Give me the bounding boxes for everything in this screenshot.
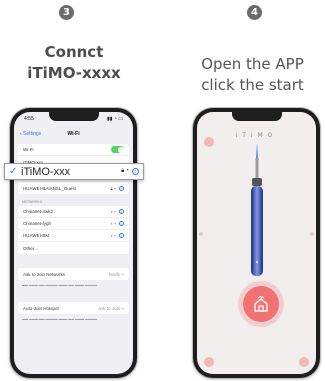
phone-wifi-settings: 4:55 ▮▮ ◔ ▭ ‹ Settings Wi-Fi Wi-Fi iTiMO…	[10, 108, 137, 378]
nav-bar: ‹ Settings Wi-Fi	[14, 128, 133, 140]
networks-group: Chinanet-4wk2 ▪◔ i Chinanet-fygh ▪◔ i HU…	[18, 206, 129, 254]
wifi-toggle[interactable]	[111, 146, 124, 153]
signal-battery-icon: ▮▮ ◔ ▭	[106, 116, 123, 122]
left-arrow-icon[interactable]	[199, 232, 203, 236]
step-3-badge: 3	[59, 5, 74, 20]
phone-notch	[48, 112, 99, 121]
network-name: Other...	[23, 245, 38, 251]
auto-join-group: Auto-Join Hotspot Ask to Join >	[18, 302, 129, 314]
lock-wifi-icon: ▪◔	[111, 209, 117, 214]
phone-app: iTiMO	[193, 108, 320, 378]
ask-to-join-description: ▬▬ ▬▬▬ ▬▬ ▬▬▬▬ ▬▬▬ ▬▬ ▬▬▬ ▬▬▬▬	[22, 283, 97, 287]
auto-join-value: Ask to Join >	[98, 305, 124, 311]
checkmark-icon: ✓	[9, 166, 18, 177]
ask-to-join-row[interactable]: Ask to Join Networks Notify >	[18, 268, 129, 280]
app-brand: iTiMO	[235, 132, 278, 139]
step-3-caption: Connct iTiMO-xxxx	[0, 42, 148, 84]
network-row[interactable]: Chinanet-fygh ▪◔ i	[18, 218, 129, 230]
network-name: Chinanet-fygh	[23, 221, 52, 226]
network-row[interactable]: HUAWEI-BAIANSL_Guest 🔒︎◔ i	[18, 182, 129, 194]
network-row[interactable]: HUAWEI-BM ▪◔ i	[18, 230, 129, 242]
status-time: 4:55	[24, 116, 34, 122]
step-3-caption-line-1: Connct	[44, 43, 104, 61]
app-screen: iTiMO	[197, 112, 316, 374]
network-row-other[interactable]: Other...	[18, 242, 129, 254]
lock-wifi-icon: 🔒︎◔	[121, 168, 130, 174]
lock-wifi-icon: ▪◔	[111, 233, 117, 238]
my-networks-group: HUAWEI-BAIANSL_Guest 🔒︎◔ i	[18, 182, 129, 194]
network-name: HUAWEI-BAIANSL_Guest	[23, 185, 76, 191]
bottom-right-icon[interactable]	[299, 357, 309, 367]
info-icon[interactable]: i	[132, 168, 139, 175]
info-icon[interactable]: i	[119, 185, 124, 191]
info-icon[interactable]: i	[119, 209, 124, 214]
nav-title: Wi-Fi	[67, 131, 80, 137]
right-arrow-icon[interactable]	[310, 232, 314, 236]
info-icon[interactable]: i	[119, 221, 124, 226]
step-4-caption-line-2: click the start	[201, 76, 304, 94]
phone-notch	[231, 112, 282, 121]
step-4-badge: 4	[247, 5, 262, 20]
network-name: HUAWEI-BM	[23, 233, 50, 238]
auto-join-description: ▬▬ ▬▬▬ ▬▬ ▬▬▬▬ ▬▬▬ ▬▬ ▬▬▬ ▬▬▬▬	[22, 317, 97, 321]
home-wifi-icon	[254, 296, 268, 312]
auto-join-row[interactable]: Auto-Join Hotspot Ask to Join >	[18, 302, 129, 314]
ask-to-join-group: Ask to Join Networks Notify >	[18, 268, 129, 280]
step-4-caption-line-1: Open the APP	[201, 55, 304, 73]
ear-cleaner-device-illustration	[251, 144, 263, 276]
ask-to-join-label: Ask to Join Networks	[23, 271, 66, 277]
bottom-left-icon[interactable]	[204, 357, 214, 367]
networks-header: NETWORKS	[22, 200, 43, 204]
ask-to-join-value: Notify >	[108, 271, 124, 277]
auto-join-label: Auto-Join Hotspot	[23, 305, 59, 311]
wifi-settings-screen: 4:55 ▮▮ ◔ ▭ ‹ Settings Wi-Fi Wi-Fi iTiMO…	[14, 112, 133, 374]
lock-wifi-icon: ▪◔	[111, 221, 117, 226]
wifi-toggle-row: Wi-Fi	[18, 144, 129, 156]
network-row[interactable]: Chinanet-4wk2 ▪◔ i	[18, 206, 129, 218]
step-4-caption: Open the APP click the start	[180, 54, 325, 96]
network-name: Chinanet-4wk2	[23, 209, 54, 214]
lock-wifi-icon: 🔒︎◔	[110, 185, 117, 191]
info-icon[interactable]: i	[119, 233, 124, 238]
wifi-row-label: Wi-Fi	[23, 147, 34, 152]
start-button[interactable]	[243, 286, 279, 322]
connected-network-callout[interactable]: ✓ iTiMO-xxx 🔒︎◔ i	[4, 163, 144, 180]
step-3-caption-line-2: iTiMO-xxxx	[27, 64, 121, 82]
callout-network-name: iTiMO-xxx	[21, 165, 71, 178]
